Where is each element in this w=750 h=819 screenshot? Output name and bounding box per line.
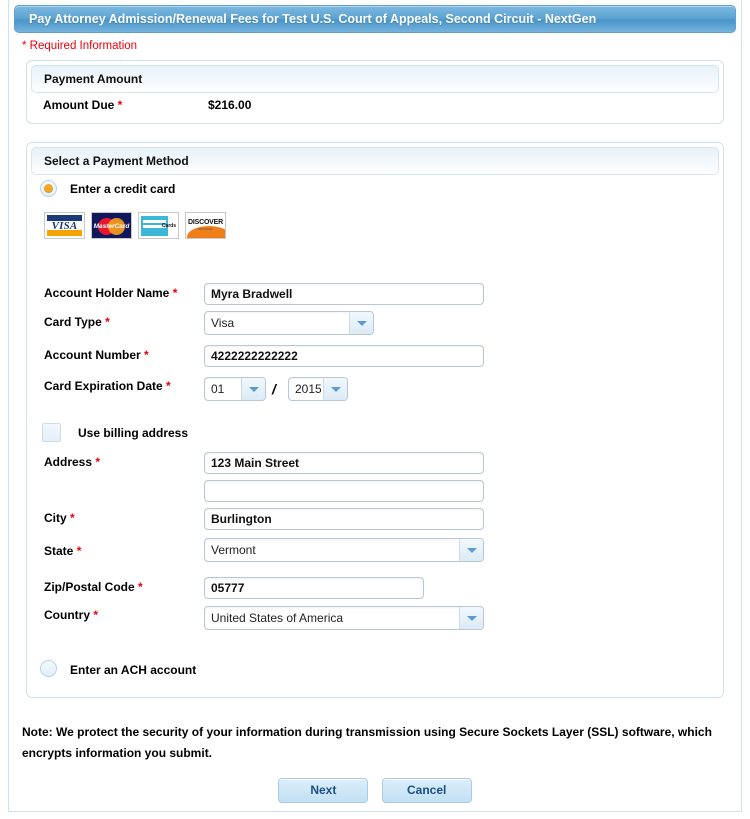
account-holder-name-input[interactable] [204, 283, 484, 305]
account-number-input[interactable] [204, 345, 484, 367]
chevron-down-icon[interactable] [459, 539, 483, 561]
amex-logo-text: Cards [161, 223, 176, 229]
card-type-label: Card Type * [44, 315, 110, 329]
card-expiration-month-select[interactable]: 01 [204, 377, 266, 401]
accepted-card-logos: VISA MasterCard Cards DISCOVER NETWORK [44, 212, 226, 239]
radio-enter-ach-account-label[interactable]: Enter an ACH account [70, 663, 196, 677]
use-billing-address-checkbox[interactable] [42, 423, 61, 442]
use-billing-address-label[interactable]: Use billing address [78, 426, 188, 440]
account-number-label: Account Number * [44, 348, 149, 362]
card-expiration-year-select[interactable]: 2015 [288, 377, 348, 401]
visa-logo: VISA [44, 212, 85, 239]
country-label: Country * [44, 608, 99, 622]
required-asterisk: * [105, 315, 110, 329]
discover-logo: DISCOVER NETWORK [185, 212, 226, 239]
radio-enter-credit-card-label[interactable]: Enter a credit card [70, 182, 175, 196]
amount-due-row: Amount Due * $216.00 [43, 98, 251, 112]
city-input[interactable] [204, 508, 484, 530]
address-line1-input[interactable] [204, 452, 484, 474]
zip-postal-code-input[interactable] [204, 577, 424, 599]
required-asterisk: * [76, 544, 82, 558]
chevron-down-icon[interactable] [323, 378, 347, 400]
mastercard-logo-text: MasterCard [93, 223, 130, 230]
city-label: City * [44, 511, 75, 525]
required-asterisk: * [70, 511, 75, 525]
cancel-button[interactable]: Cancel [381, 778, 472, 803]
required-asterisk: * [93, 608, 99, 622]
amex-logo: Cards [138, 212, 179, 239]
country-select[interactable]: United States of America [204, 606, 484, 630]
discover-logo-subtext: NETWORK [197, 227, 214, 231]
radio-enter-credit-card[interactable] [40, 180, 57, 197]
mastercard-logo: MasterCard [91, 212, 132, 239]
card-expiration-date-label: Card Expiration Date * [44, 379, 171, 393]
required-asterisk: * [172, 286, 178, 300]
required-asterisk: * [166, 379, 171, 393]
required-asterisk: * [117, 98, 123, 112]
state-label: State * [44, 544, 82, 558]
payment-page: Pay Attorney Admission/Renewal Fees for … [0, 0, 750, 819]
card-expiration-month-value: 01 [211, 382, 225, 396]
country-select-value: United States of America [211, 611, 344, 625]
account-holder-name-label: Account Holder Name * [44, 286, 178, 300]
discover-logo-text: DISCOVER [188, 219, 223, 226]
required-asterisk: * [144, 348, 149, 362]
payment-amount-panel: Payment Amount Amount Due * $216.00 [26, 60, 724, 124]
amount-due-value: $216.00 [208, 98, 252, 112]
chevron-down-icon[interactable] [241, 378, 265, 400]
required-asterisk: * [95, 455, 101, 469]
page-title-bar: Pay Attorney Admission/Renewal Fees for … [14, 5, 736, 33]
required-information-note: * Required Information [22, 40, 138, 52]
next-button[interactable]: Next [278, 778, 369, 803]
payment-method-panel-header: Select a Payment Method [31, 147, 719, 175]
card-type-select-value: Visa [211, 316, 235, 330]
radio-enter-ach-account[interactable] [40, 660, 57, 677]
required-asterisk: * [138, 580, 143, 594]
state-select-value: Vermont [211, 543, 256, 557]
address-label: Address * [44, 455, 101, 469]
payment-amount-panel-header: Payment Amount [31, 65, 719, 93]
state-select[interactable]: Vermont [204, 538, 484, 562]
chevron-down-icon[interactable] [459, 607, 483, 629]
zip-postal-code-label: Zip/Postal Code * [44, 580, 143, 594]
action-buttons: Next Cancel [0, 778, 750, 803]
expiration-separator: / [272, 381, 276, 397]
address-line2-input[interactable] [204, 480, 484, 502]
card-type-select[interactable]: Visa [204, 311, 374, 335]
amount-due-label: Amount Due * [43, 98, 123, 112]
card-expiration-year-value: 2015 [295, 382, 321, 396]
chevron-down-icon[interactable] [349, 312, 373, 334]
security-note: Note: We protect the security of your in… [22, 725, 712, 760]
